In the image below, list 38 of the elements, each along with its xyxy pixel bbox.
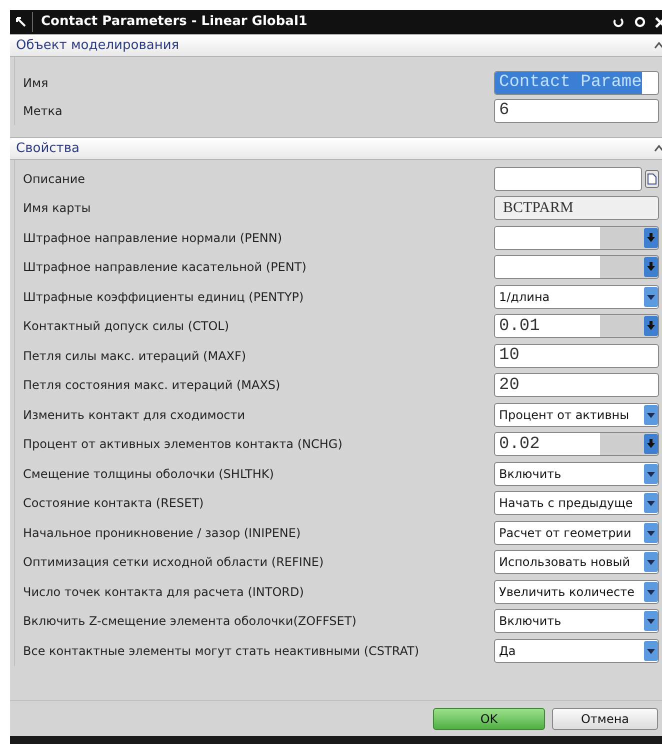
dropdown[interactable]: Включить bbox=[494, 609, 659, 634]
dropdown[interactable]: Расчет от геометрии bbox=[494, 520, 659, 545]
dropdown[interactable]: Начать с предыдуще bbox=[494, 491, 659, 516]
text-field[interactable]: 20 bbox=[494, 373, 659, 398]
dropdown[interactable]: Увеличить количесте bbox=[494, 580, 659, 604]
field-label: Имя bbox=[23, 75, 50, 92]
field-label: Число точек контакта для расчета (INTORD) bbox=[23, 584, 305, 601]
field-label: Штрафное направление касательной (PENT) bbox=[23, 259, 308, 276]
dropdown[interactable]: Процент от активны bbox=[494, 402, 659, 427]
field-label: Штрафное направление нормали (PENN) bbox=[23, 230, 284, 247]
dropdown[interactable]: Использовать новый bbox=[494, 550, 659, 574]
field-label: Петля силы макс. итераций (MAXF) bbox=[23, 348, 248, 365]
field-label: Начальное проникновение / зазор (INIPENE) bbox=[23, 524, 302, 542]
window-title: Contact Parameters - Linear Global1 bbox=[32, 12, 607, 32]
text-field[interactable]: 6 bbox=[494, 99, 659, 123]
field-label: Смещение толщины оболочки (SHLTHK) bbox=[23, 466, 275, 483]
field-label: Все контактные элементы могут стать неактивными (CSTRAT) bbox=[23, 642, 420, 660]
field-label: Метка bbox=[23, 103, 64, 120]
field-label: Петля состояния макс. итераций (MAXS) bbox=[23, 377, 282, 394]
cancel-button[interactable]: Отмена bbox=[552, 708, 658, 730]
field-label: Процент от активных элементов контакта (NCHG) bbox=[23, 436, 344, 454]
field-label: Изменить контакт для сходимости bbox=[23, 406, 246, 424]
ok-button[interactable]: OK bbox=[433, 708, 545, 730]
unit-combo-field[interactable]: 0.01 bbox=[494, 314, 659, 338]
field-label: Штрафные коэффициенты единиц (PENTYP) bbox=[23, 288, 305, 306]
section-header[interactable]: Объект моделирования bbox=[10, 34, 662, 57]
field-label: Описание bbox=[23, 170, 86, 188]
field-label: Имя карты bbox=[23, 200, 92, 218]
field-label: Оптимизация сетки исходной области (REFINE) bbox=[23, 554, 325, 572]
field-label: Включить Z-смещение элемента оболочки(ZOFFSET) bbox=[23, 613, 358, 630]
dropdown[interactable]: 1/длина bbox=[494, 284, 659, 309]
dropdown[interactable]: Включить bbox=[494, 462, 659, 486]
unit-combo-field[interactable]: 0.02 bbox=[494, 432, 659, 456]
field-label: Состояние контакта (RESET) bbox=[23, 495, 205, 512]
dropdown[interactable]: Да bbox=[494, 638, 659, 663]
section-header[interactable]: Свойства bbox=[10, 137, 662, 160]
field-label: Контактный допуск силы (CTOL) bbox=[23, 318, 230, 336]
text-field[interactable]: 10 bbox=[494, 344, 659, 368]
